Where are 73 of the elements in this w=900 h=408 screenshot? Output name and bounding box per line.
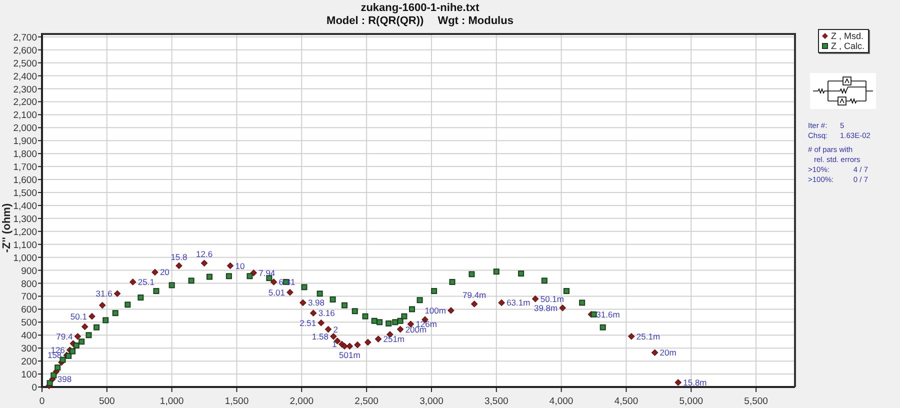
- x-tick-label: 3,000: [420, 396, 444, 407]
- y-tick-label: 2,400: [13, 71, 37, 82]
- y-tick-label: 2,100: [13, 110, 37, 122]
- x-tick-label: 1,500: [224, 396, 249, 407]
- frequency-label: 1: [332, 339, 337, 350]
- y-tick-label: 200: [21, 356, 37, 368]
- frequency-label: 15.8m: [683, 377, 707, 388]
- y-tick-label: 400: [21, 330, 37, 342]
- x-tick-label: 2,000: [290, 396, 314, 407]
- y-tick-label: 1,200: [13, 226, 37, 238]
- frequency-label: 31.6: [96, 288, 112, 299]
- y-tick-label: 2,700: [13, 33, 37, 44]
- y-tick-label: 700: [21, 292, 37, 303]
- frequency-label: 20: [160, 267, 170, 278]
- x-tick-label: 0: [39, 396, 45, 407]
- frequency-label: 2: [333, 324, 338, 334]
- y-tick-label: 2,200: [13, 97, 37, 108]
- frequency-label: 3.16: [318, 308, 335, 318]
- y-tick-label: 800: [21, 278, 37, 290]
- frequency-label: 10: [235, 260, 245, 271]
- y-tick-label: 1,000: [13, 252, 37, 264]
- x-tick-label: 2,500: [354, 396, 378, 407]
- frequency-label: 39.8m: [534, 302, 558, 313]
- frequency-label: 7.94: [258, 268, 276, 278]
- x-tick-label: 3,500: [484, 396, 508, 407]
- frequency-label: 5.01: [268, 287, 285, 298]
- y-tick-label: 1,400: [13, 200, 37, 212]
- x-tick-label: 1,000: [160, 396, 184, 407]
- frequency-label: 15.8: [170, 252, 188, 262]
- frequency-label: 100m: [424, 306, 446, 316]
- frequency-label: 25.1: [138, 276, 154, 287]
- y-tick-label: 1,700: [13, 162, 37, 174]
- frequency-label: 63.1m: [506, 298, 530, 308]
- y-tick-label: 1,900: [13, 136, 37, 148]
- y-tick-label: 600: [21, 304, 37, 316]
- frequency-label: 2.51: [300, 318, 316, 328]
- frequency-label: 398: [57, 374, 72, 384]
- y-tick-label: 300: [21, 344, 37, 355]
- y-tick-label: 0: [32, 382, 37, 394]
- y-tick-label: 1,500: [13, 188, 37, 199]
- y-axis-label: -Z'' (ohm): [1, 203, 13, 253]
- y-tick-label: 100: [21, 370, 37, 381]
- y-tick-label: 500: [21, 318, 37, 329]
- chart-title: zukang-1600-1-nihe.txt: [360, 2, 480, 14]
- frequency-label: 3.98: [308, 298, 324, 308]
- frequency-label: 50.1m: [540, 294, 564, 304]
- model-label: Model : R(QR(QR)): [326, 15, 424, 27]
- frequency-label: 79.4m: [462, 290, 486, 300]
- legend-label: Z , Msd.: [831, 31, 864, 41]
- weight-label: Wgt : Modulus: [438, 15, 514, 27]
- frequency-label: 1.58: [312, 331, 328, 342]
- x-tick-label: 500: [98, 396, 115, 407]
- frequency-label: 501m: [339, 350, 360, 360]
- y-tick-label: 1,800: [13, 149, 37, 160]
- y-tick-label: 2,300: [13, 84, 37, 96]
- frequency-label: 25.1m: [636, 331, 660, 342]
- y-tick-label: 2,600: [13, 45, 37, 56]
- frequency-label: 79.4: [56, 331, 73, 342]
- x-tick-label: 4,500: [614, 396, 638, 407]
- y-tick-label: 2,500: [13, 58, 37, 70]
- x-tick-label: 4,000: [549, 396, 574, 407]
- frequency-label: 251m: [383, 334, 405, 344]
- y-tick-label: 1,100: [13, 240, 37, 251]
- frequency-label: 12.6: [196, 249, 213, 260]
- frequency-label: 20m: [660, 348, 676, 358]
- x-tick-label: 5,500: [744, 396, 768, 407]
- y-tick-label: 2,000: [13, 123, 37, 134]
- legend-label: Z , Calc.: [831, 41, 865, 51]
- y-tick-label: 900: [21, 266, 37, 277]
- frequency-label: 50.1: [70, 311, 87, 322]
- y-tick-label: 1,600: [13, 175, 37, 186]
- x-tick-label: 5,000: [679, 396, 704, 407]
- y-tick-label: 1,300: [13, 214, 37, 225]
